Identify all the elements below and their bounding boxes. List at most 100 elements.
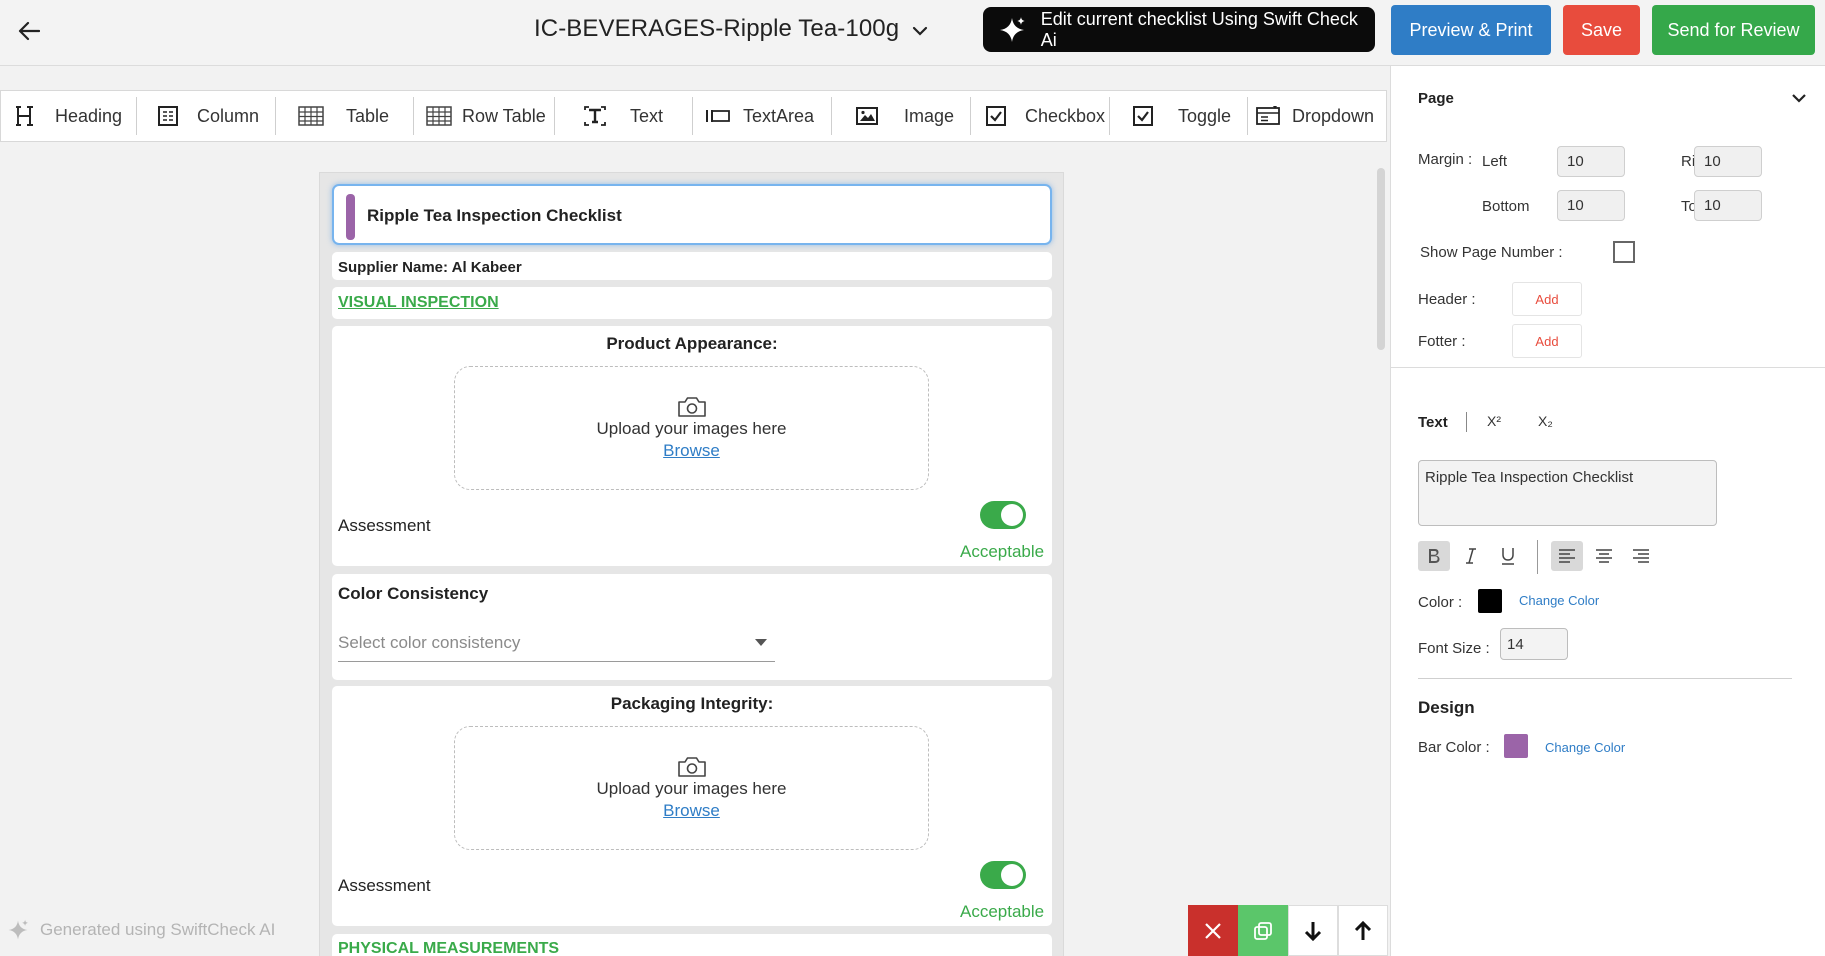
panel-divider bbox=[1418, 678, 1792, 679]
save-button[interactable]: Save bbox=[1563, 5, 1640, 55]
tab-text[interactable]: Text bbox=[1418, 414, 1448, 431]
image-block-label: Packaging Integrity: bbox=[610, 694, 774, 713]
align-right-button[interactable] bbox=[1625, 541, 1657, 571]
select-placeholder: Select color consistency bbox=[338, 633, 521, 652]
section-title: VISUAL INSPECTION bbox=[338, 294, 499, 311]
tool-row-table[interactable]: Row Table bbox=[414, 90, 554, 142]
margin-top-input[interactable]: 10 bbox=[1694, 190, 1762, 221]
margin-bottom-input[interactable]: 10 bbox=[1557, 190, 1625, 221]
toggle-state-label: Acceptable bbox=[960, 902, 1045, 921]
table-icon bbox=[298, 103, 324, 129]
image-dropzone[interactable]: Upload your images here Browse bbox=[454, 366, 929, 490]
chevron-down-icon[interactable] bbox=[1789, 88, 1809, 108]
bold-button[interactable] bbox=[1418, 541, 1450, 571]
text-color-swatch[interactable] bbox=[1478, 589, 1502, 613]
italic-icon bbox=[1466, 548, 1476, 564]
delete-block-button[interactable] bbox=[1188, 905, 1238, 956]
tool-dropdown[interactable]: Dropdown bbox=[1248, 90, 1384, 142]
bold-icon bbox=[1429, 549, 1440, 563]
align-left-button[interactable] bbox=[1551, 541, 1583, 571]
tool-heading[interactable]: Heading bbox=[1, 90, 136, 142]
change-text-color-link[interactable]: Change Color bbox=[1519, 593, 1599, 608]
checkbox-icon bbox=[983, 103, 1009, 129]
image-dropzone[interactable]: Upload your images here Browse bbox=[454, 726, 929, 850]
heading-block[interactable]: Ripple Tea Inspection Checklist bbox=[332, 184, 1052, 245]
panel-divider bbox=[1391, 367, 1825, 368]
browse-link[interactable]: Browse bbox=[455, 441, 928, 461]
chevron-down-icon[interactable] bbox=[908, 19, 932, 43]
move-down-button[interactable] bbox=[1288, 905, 1338, 956]
duplicate-block-button[interactable] bbox=[1238, 905, 1288, 956]
tool-table-label: Table bbox=[346, 105, 390, 126]
supplier-text: Supplier Name: Al Kabeer bbox=[338, 259, 522, 276]
sparkle-icon bbox=[997, 15, 1027, 45]
section-visual-inspection[interactable]: VISUAL INSPECTION bbox=[332, 287, 1052, 319]
subscript-button[interactable]: X₂ bbox=[1538, 413, 1553, 429]
move-up-button[interactable] bbox=[1338, 905, 1388, 956]
tool-image[interactable]: Image bbox=[832, 90, 970, 142]
margin-label: Margin : bbox=[1418, 151, 1473, 168]
column-icon bbox=[155, 103, 181, 129]
header-label: Header : bbox=[1418, 291, 1476, 308]
dropdown-block-color-consistency[interactable]: Color Consistency Select color consisten… bbox=[332, 574, 1052, 680]
show-page-number-checkbox[interactable] bbox=[1613, 241, 1635, 263]
underline-button[interactable] bbox=[1492, 541, 1524, 571]
section-physical-measurements[interactable]: PHYSICAL MEASUREMENTS bbox=[332, 934, 1052, 956]
sparkle-icon bbox=[6, 918, 30, 942]
font-size-label: Font Size : bbox=[1418, 640, 1490, 657]
image-icon bbox=[854, 103, 880, 129]
text-content-input[interactable]: Ripple Tea Inspection Checklist bbox=[1418, 460, 1717, 526]
change-bar-color-link[interactable]: Change Color bbox=[1545, 740, 1625, 755]
tool-table[interactable]: Table bbox=[276, 90, 413, 142]
underline-icon bbox=[1502, 548, 1514, 565]
canvas-scrollbar[interactable] bbox=[1377, 168, 1385, 350]
font-size-input[interactable]: 14 bbox=[1500, 628, 1568, 660]
tool-textarea[interactable]: TextArea bbox=[693, 90, 831, 142]
text-color-label: Color : bbox=[1418, 594, 1463, 611]
upload-text: Upload your images here bbox=[596, 779, 787, 798]
row-table-icon bbox=[426, 103, 452, 129]
tool-image-label: Image bbox=[904, 105, 955, 126]
dropdown-icon bbox=[1256, 103, 1282, 129]
dropdown-label: Color Consistency bbox=[338, 584, 489, 603]
section-title: PHYSICAL MEASUREMENTS bbox=[338, 940, 560, 956]
align-center-icon bbox=[1596, 549, 1612, 563]
assessment-toggle[interactable] bbox=[980, 501, 1026, 529]
align-left-icon bbox=[1559, 549, 1575, 563]
edit-with-ai-button[interactable]: Edit current checklist Using Swift Check… bbox=[983, 7, 1375, 52]
margin-right-input[interactable]: 10 bbox=[1694, 146, 1762, 177]
tool-text[interactable]: Text bbox=[555, 90, 692, 142]
align-right-icon bbox=[1633, 549, 1649, 563]
send-for-review-button[interactable]: Send for Review bbox=[1652, 5, 1815, 55]
copy-icon bbox=[1254, 921, 1272, 940]
preview-print-button[interactable]: Preview & Print bbox=[1391, 5, 1551, 55]
tool-checkbox[interactable]: Checkbox bbox=[971, 90, 1109, 142]
close-icon bbox=[1205, 922, 1221, 939]
add-header-button[interactable]: Add bbox=[1512, 282, 1582, 316]
tool-toggle[interactable]: Toggle bbox=[1110, 90, 1247, 142]
tool-column[interactable]: Column bbox=[137, 90, 275, 142]
camera-icon bbox=[678, 397, 706, 417]
align-center-button[interactable] bbox=[1588, 541, 1620, 571]
document-title: IC-BEVERAGES-Ripple Tea-100g bbox=[534, 15, 900, 42]
image-block-packaging-integrity[interactable]: Packaging Integrity: Upload your images … bbox=[332, 686, 1052, 926]
heading-icon bbox=[13, 103, 39, 129]
image-block-label: Product Appearance: bbox=[606, 334, 778, 353]
back-arrow-icon[interactable] bbox=[14, 16, 44, 46]
margin-left-label: Left bbox=[1482, 153, 1508, 170]
color-consistency-select[interactable]: Select color consistency bbox=[338, 624, 775, 662]
superscript-button[interactable]: X² bbox=[1487, 413, 1501, 429]
tool-checkbox-label: Checkbox bbox=[1025, 105, 1106, 126]
add-footer-button[interactable]: Add bbox=[1512, 324, 1582, 358]
supplier-text-block[interactable]: Supplier Name: Al Kabeer bbox=[332, 252, 1052, 280]
margin-left-input[interactable]: 10 bbox=[1557, 146, 1625, 177]
bar-color-swatch[interactable] bbox=[1504, 734, 1528, 758]
browse-link[interactable]: Browse bbox=[455, 801, 928, 821]
image-block-product-appearance[interactable]: Product Appearance: Upload your images h… bbox=[332, 326, 1052, 566]
format-divider bbox=[1537, 540, 1538, 574]
assessment-toggle[interactable] bbox=[980, 861, 1026, 889]
tool-heading-label: Heading bbox=[55, 105, 123, 126]
italic-button[interactable] bbox=[1455, 541, 1487, 571]
tool-dropdown-label: Dropdown bbox=[1292, 105, 1375, 126]
design-section-title: Design bbox=[1418, 698, 1475, 717]
